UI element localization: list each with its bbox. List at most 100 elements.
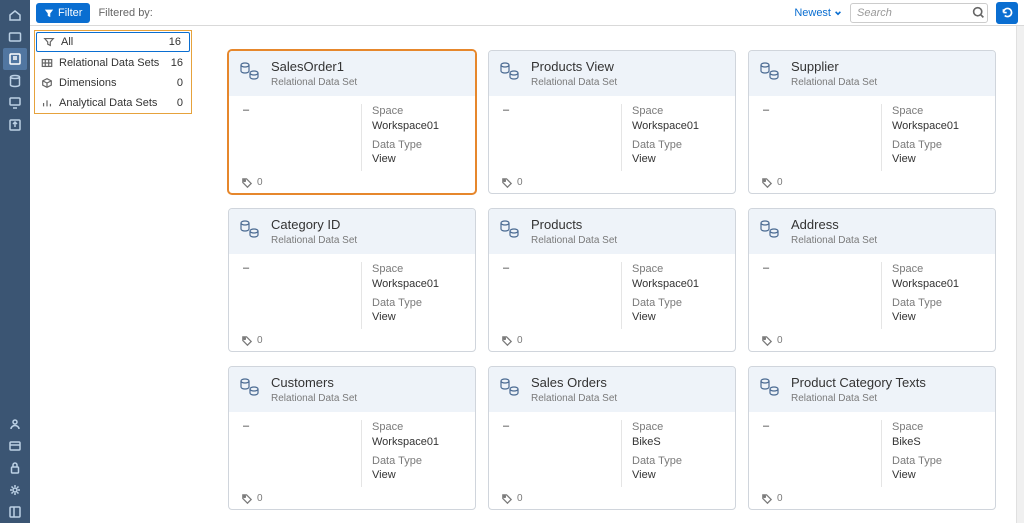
datatype-label: Data Type — [892, 138, 985, 153]
type-filter-label: Dimensions — [59, 77, 116, 89]
datatype-value: View — [372, 310, 465, 325]
card-title: Products — [531, 217, 617, 234]
card-body: –SpaceWorkspace01Data TypeView — [489, 254, 735, 331]
search-input[interactable] — [850, 3, 988, 23]
chevron-down-icon — [834, 9, 842, 17]
sort-dropdown[interactable]: Newest — [794, 7, 842, 19]
search-icon[interactable] — [971, 6, 985, 20]
type-filter-dimensions[interactable]: Dimensions0 — [35, 73, 191, 93]
type-filter-label: Analytical Data Sets — [59, 97, 157, 109]
nav-folder-icon[interactable] — [3, 26, 27, 48]
card-meta: SpaceWorkspace01Data TypeView — [361, 420, 465, 487]
nav-user-icon[interactable] — [3, 413, 27, 435]
card-subtitle: Relational Data Set — [271, 393, 357, 404]
datatype-value: View — [372, 152, 465, 167]
card-description: – — [243, 262, 361, 329]
dataset-card[interactable]: ProductsRelational Data Set–SpaceWorkspa… — [488, 208, 736, 352]
type-filter-analytical-data-sets[interactable]: Analytical Data Sets 0 — [35, 93, 191, 113]
dataset-card[interactable]: Products ViewRelational Data Set–SpaceWo… — [488, 50, 736, 194]
tag-icon — [241, 493, 252, 504]
card-subtitle: Relational Data Set — [531, 393, 617, 404]
card-footer: 0 — [229, 331, 475, 352]
type-filter-count: 0 — [177, 97, 185, 109]
card-subtitle: Relational Data Set — [791, 77, 877, 88]
cards-area[interactable]: SalesOrder1Relational Data Set–SpaceWork… — [192, 26, 1024, 523]
nav-repository-icon[interactable] — [3, 48, 27, 70]
tag-count: 0 — [517, 493, 523, 504]
card-body: –SpaceWorkspace01Data TypeView — [749, 254, 995, 331]
settings-panel-icon — [8, 439, 22, 453]
card-title: Customers — [271, 375, 357, 392]
card-meta: SpaceWorkspace01Data TypeView — [621, 104, 725, 171]
tag-count: 0 — [257, 335, 263, 346]
lock-icon — [8, 461, 22, 475]
nav-collapse-icon[interactable] — [3, 501, 27, 523]
monitor-icon — [8, 96, 22, 110]
tag-icon — [241, 177, 252, 188]
card-footer: 0 — [229, 173, 475, 194]
card-footer: 0 — [489, 489, 735, 510]
datatype-value: View — [372, 468, 465, 483]
datatype-value: View — [632, 310, 725, 325]
nav-home-icon[interactable] — [3, 4, 27, 26]
dataset-icon — [239, 376, 261, 398]
card-title: Supplier — [791, 59, 877, 76]
user-icon — [8, 417, 22, 431]
nav-database-icon[interactable] — [3, 70, 27, 92]
nav-gear-icon[interactable] — [3, 479, 27, 501]
card-meta: SpaceWorkspace01Data TypeView — [881, 262, 985, 329]
space-label: Space — [632, 104, 725, 119]
card-header: Sales OrdersRelational Data Set — [489, 367, 735, 412]
nav-lock-icon[interactable] — [3, 457, 27, 479]
dataset-card[interactable]: SalesOrder1Relational Data Set–SpaceWork… — [228, 50, 476, 194]
dataset-icon — [499, 376, 521, 398]
refresh-button[interactable] — [996, 2, 1018, 24]
space-value: Workspace01 — [372, 435, 465, 450]
scrollbar[interactable] — [1016, 26, 1024, 523]
dataset-card[interactable]: AddressRelational Data Set–SpaceWorkspac… — [748, 208, 996, 352]
type-filter-all[interactable]: All16 — [36, 32, 190, 52]
datatype-label: Data Type — [632, 296, 725, 311]
dataset-card[interactable]: CustomersRelational Data Set–SpaceWorksp… — [228, 366, 476, 510]
datatype-value: View — [892, 152, 985, 167]
datatype-value: View — [632, 152, 725, 167]
folder-icon — [8, 30, 22, 44]
type-filter-panel: All16Relational Data Sets16Dimensions0An… — [34, 30, 192, 114]
card-description: – — [503, 420, 621, 487]
card-header: CustomersRelational Data Set — [229, 367, 475, 412]
space-value: BikeS — [892, 435, 985, 450]
nav-export-icon[interactable] — [3, 114, 27, 136]
main-area: Filter Filtered by: Newest All16Relation… — [30, 0, 1024, 523]
dataset-icon — [759, 376, 781, 398]
datatype-label: Data Type — [892, 296, 985, 311]
card-meta: SpaceWorkspace01Data TypeView — [361, 104, 465, 171]
filter-button[interactable]: Filter — [36, 3, 90, 23]
tag-count: 0 — [777, 335, 783, 346]
type-filter-count: 16 — [171, 57, 185, 69]
datatype-label: Data Type — [372, 296, 465, 311]
gear-icon — [8, 483, 22, 497]
space-value: BikeS — [632, 435, 725, 450]
card-title: Products View — [531, 59, 617, 76]
tag-count: 0 — [257, 493, 263, 504]
tag-icon — [761, 177, 772, 188]
card-subtitle: Relational Data Set — [531, 77, 617, 88]
dataset-card[interactable]: Category IDRelational Data Set–SpaceWork… — [228, 208, 476, 352]
card-footer: 0 — [749, 331, 995, 352]
tag-icon — [241, 335, 252, 346]
card-footer: 0 — [749, 489, 995, 510]
datatype-value: View — [892, 310, 985, 325]
type-filter-label: Relational Data Sets — [59, 57, 159, 69]
space-label: Space — [892, 104, 985, 119]
type-filter-relational-data-sets[interactable]: Relational Data Sets 16 — [35, 53, 191, 73]
card-subtitle: Relational Data Set — [791, 393, 926, 404]
space-label: Space — [892, 262, 985, 277]
nav-settings-panel-icon[interactable] — [3, 435, 27, 457]
nav-monitor-icon[interactable] — [3, 92, 27, 114]
dataset-card[interactable]: SupplierRelational Data Set–SpaceWorkspa… — [748, 50, 996, 194]
home-icon — [8, 8, 22, 22]
tag-icon — [761, 335, 772, 346]
card-description: – — [763, 104, 881, 171]
dataset-card[interactable]: Product Category TextsRelational Data Se… — [748, 366, 996, 510]
dataset-card[interactable]: Sales OrdersRelational Data Set–SpaceBik… — [488, 366, 736, 510]
